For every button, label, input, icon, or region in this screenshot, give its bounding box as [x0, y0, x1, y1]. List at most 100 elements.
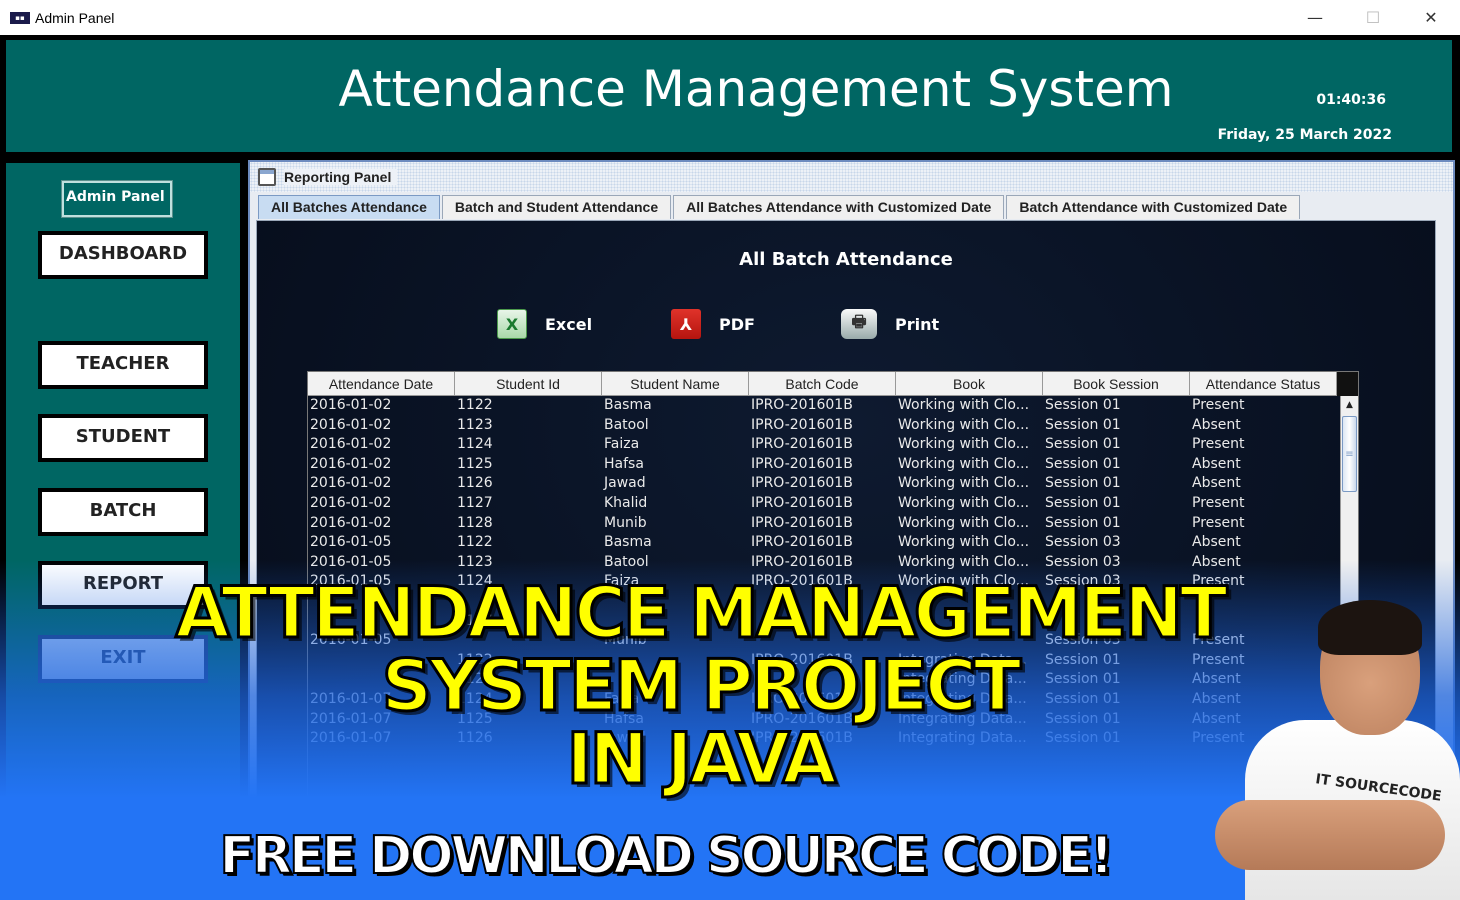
column-header[interactable]: Attendance Date	[308, 372, 455, 396]
table-cell: IPRO-201601B	[751, 455, 853, 472]
table-cell: Working with Clo...	[898, 534, 1030, 551]
printer-icon: 🖶	[841, 309, 877, 339]
table-cell: Session 01	[1045, 514, 1121, 531]
column-header[interactable]: Book	[896, 372, 1043, 396]
table-cell: Batool	[604, 416, 649, 433]
table-cell: Working with Clo...	[898, 514, 1030, 531]
column-header[interactable]: Attendance Status	[1190, 372, 1337, 396]
admin-panel-label: Admin Panel	[61, 180, 173, 218]
app-window: ▪▪ Admin Panel — ☐ ✕ Attendance Manageme…	[0, 0, 1460, 900]
table-cell: 2016-01-02	[310, 514, 392, 531]
table-row[interactable]: 2016-01-02 1127 Khalid IPRO-201601B Working …	[308, 494, 1340, 514]
report-tabs: All Batches Attendance Batch and Student…	[258, 195, 1302, 219]
table-cell: Khalid	[604, 494, 648, 511]
table-cell: Basma	[604, 397, 652, 413]
table-cell: Absent	[1192, 455, 1241, 472]
java-app-icon: ▪▪	[10, 11, 30, 24]
table-cell: IPRO-201601B	[751, 416, 853, 433]
table-row[interactable]: 2016-01-02 1124 Faiza IPRO-201601B Working w…	[308, 435, 1340, 455]
table-cell: Session 01	[1045, 397, 1121, 413]
scroll-up-arrow-icon[interactable]: ▲	[1341, 396, 1358, 414]
header-corner	[1337, 372, 1358, 396]
export-pdf-button[interactable]: ⅄ PDF	[671, 309, 755, 339]
tab-all-batches-attendance[interactable]: All Batches Attendance	[258, 195, 440, 219]
tab-batch-and-student-attendance[interactable]: Batch and Student Attendance	[441, 195, 672, 219]
table-cell: 1122	[457, 397, 493, 413]
table-cell: Faiza	[604, 436, 640, 453]
table-cell: 1124	[457, 436, 493, 453]
export-excel-button[interactable]: X Excel	[497, 309, 592, 339]
table-header: Attendance Date Student Id Student Name Bat…	[308, 372, 1358, 396]
table-cell: IPRO-201601B	[751, 475, 853, 492]
table-row[interactable]: 2016-01-05 1122 Basma IPRO-201601B Working w…	[308, 533, 1340, 553]
promo-cta: FREE DOWNLOAD SOURCE CODE!	[218, 825, 1114, 887]
window-controls: — ☐ ✕	[1286, 0, 1460, 35]
table-cell: 2016-01-02	[310, 416, 392, 433]
window-title: Admin Panel	[35, 9, 115, 26]
window-titlebar: ▪▪ Admin Panel — ☐ ✕	[0, 0, 1460, 35]
window-icon	[258, 168, 276, 186]
table-cell: IPRO-201601B	[751, 436, 853, 453]
table-cell: Present	[1192, 397, 1245, 413]
column-header[interactable]: Student Id	[455, 372, 602, 396]
column-header[interactable]: Batch Code	[749, 372, 896, 396]
student-button[interactable]: STUDENT	[38, 414, 208, 462]
column-header[interactable]: Student Name	[602, 372, 749, 396]
table-row[interactable]: 2016-01-02 1126 Jawad IPRO-201601B Working w…	[308, 474, 1340, 494]
table-cell: Session 01	[1045, 494, 1121, 511]
promo-headline-line2: SYSTEM PROJECT	[380, 644, 1023, 729]
tab-batch-customized-date[interactable]: Batch Attendance with Customized Date	[1006, 195, 1301, 219]
batch-button[interactable]: BATCH	[38, 488, 208, 536]
table-cell: 1126	[457, 475, 493, 492]
table-row[interactable]: 2016-01-02 1125 Hafsa IPRO-201601B Working w…	[308, 455, 1340, 475]
table-cell: IPRO-201601B	[751, 534, 853, 551]
print-label: Print	[895, 314, 940, 334]
table-cell: 1125	[457, 455, 493, 472]
current-date: Friday, 25 March 2022	[1217, 127, 1392, 143]
promo-headline-line3: IN JAVA	[565, 717, 838, 802]
maximize-button[interactable]: ☐	[1344, 0, 1402, 35]
table-cell: 2016-01-02	[310, 475, 392, 492]
app-header: Attendance Management System 01:40:36 Fr…	[6, 40, 1452, 152]
table-cell: Session 03	[1045, 534, 1121, 551]
scroll-thumb[interactable]: ≡	[1342, 416, 1357, 492]
table-cell: 2016-01-02	[310, 455, 392, 472]
section-title: All Batch Attendance	[739, 249, 953, 270]
reporting-panel-title: Reporting Panel	[284, 169, 398, 185]
table-cell: 1127	[457, 494, 493, 511]
table-cell: 2016-01-02	[310, 397, 392, 413]
table-cell: Working with Clo...	[898, 436, 1030, 453]
table-cell: Absent	[1192, 475, 1241, 492]
teacher-button[interactable]: TEACHER	[38, 341, 208, 389]
table-cell: Working with Clo...	[898, 455, 1030, 472]
table-cell: Session 01	[1045, 416, 1121, 433]
table-cell: 2016-01-05	[310, 534, 392, 551]
pdf-label: PDF	[719, 314, 755, 334]
table-cell: Working with Clo...	[898, 475, 1030, 492]
table-cell: Working with Clo...	[898, 397, 1030, 413]
table-cell: Present	[1192, 494, 1245, 511]
table-cell: 2016-01-02	[310, 436, 392, 453]
presenter-hair	[1318, 600, 1422, 655]
table-cell: Present	[1192, 514, 1245, 531]
table-cell: 1123	[457, 416, 493, 433]
clock: 01:40:36	[1316, 92, 1386, 108]
table-row[interactable]: 2016-01-02 1122 Basma IPRO-201601B Working w…	[308, 396, 1340, 416]
table-row[interactable]: 2016-01-02 1123 Batool IPRO-201601B Working …	[308, 416, 1340, 436]
table-cell: IPRO-201601B	[751, 397, 853, 413]
minimize-button[interactable]: —	[1286, 0, 1344, 35]
table-cell: IPRO-201601B	[751, 494, 853, 511]
tab-all-batches-customized-date[interactable]: All Batches Attendance with Customized D…	[673, 195, 1005, 219]
table-row[interactable]: 2016-01-02 1128 Munib IPRO-201601B Working w…	[308, 514, 1340, 534]
column-header[interactable]: Book Session	[1043, 372, 1190, 396]
table-cell: Absent	[1192, 416, 1241, 433]
print-button[interactable]: 🖶 Print	[841, 309, 939, 339]
table-cell: 1128	[457, 514, 493, 531]
table-cell: Basma	[604, 534, 652, 551]
table-cell: Session 01	[1045, 436, 1121, 453]
app-title: Attendance Management System	[338, 60, 1174, 118]
dashboard-button[interactable]: DASHBOARD	[38, 231, 208, 279]
table-cell: Jawad	[604, 475, 646, 492]
close-button[interactable]: ✕	[1402, 0, 1460, 35]
table-cell: Session 01	[1045, 475, 1121, 492]
